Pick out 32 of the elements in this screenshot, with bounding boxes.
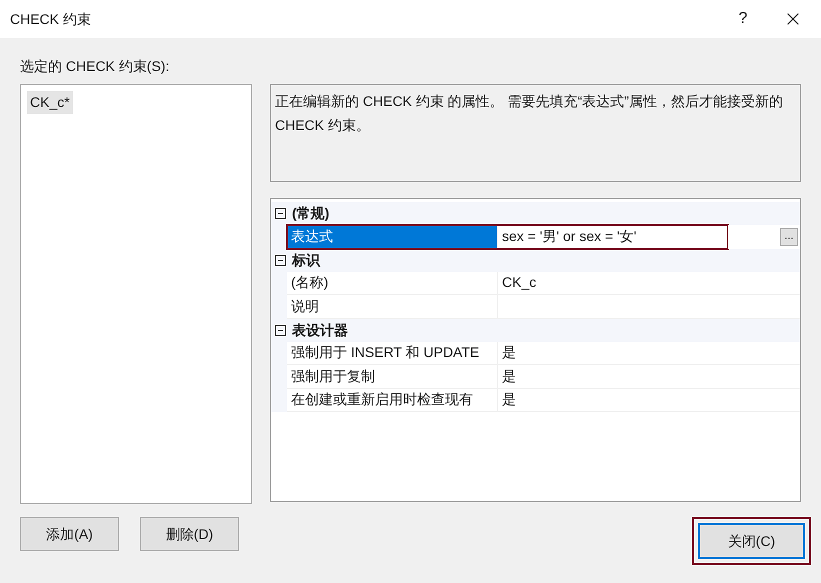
property-name[interactable]: 在创建或重新启用时检查现有 bbox=[287, 388, 497, 412]
constraints-label: 选定的 CHECK 约束(S): bbox=[20, 57, 170, 76]
collapse-toggle[interactable] bbox=[275, 208, 286, 219]
property-row[interactable]: 表达式 sex = '男' or sex = '女' bbox=[287, 225, 728, 248]
property-name[interactable]: 说明 bbox=[287, 295, 497, 318]
property-row[interactable]: 强制用于复制 是 bbox=[287, 365, 800, 388]
property-name[interactable]: 强制用于 INSERT 和 UPDATE bbox=[287, 342, 497, 365]
property-value[interactable]: CK_c bbox=[497, 272, 800, 295]
category-label: 标识 bbox=[292, 250, 320, 270]
property-row[interactable]: (名称) CK_c bbox=[287, 272, 800, 295]
constraint-item[interactable]: CK_c* bbox=[27, 91, 73, 114]
property-name[interactable]: 强制用于复制 bbox=[287, 365, 497, 388]
property-name[interactable]: 表达式 bbox=[287, 225, 497, 248]
description-box: 正在编辑新的 CHECK 约束 的属性。 需要先填充“表达式”属性，然后才能接受新的 CHECK 约束。 bbox=[270, 84, 801, 182]
action-button[interactable]: 删除(D) bbox=[140, 517, 239, 551]
ellipsis-button[interactable]: ... bbox=[780, 228, 798, 246]
property-value[interactable]: sex = '男' or sex = '女' bbox=[497, 225, 728, 248]
collapse-toggle[interactable] bbox=[275, 324, 286, 336]
collapse-toggle[interactable] bbox=[275, 254, 286, 266]
property-name[interactable]: (名称) bbox=[287, 272, 497, 295]
help-button[interactable]: ? bbox=[721, 0, 765, 38]
category-label: (常规) bbox=[292, 204, 330, 223]
property-row[interactable]: 在创建或重新启用时检查现有 是 bbox=[287, 388, 800, 412]
window-title: CHECK 约束 bbox=[10, 10, 92, 28]
property-value[interactable]: 是 bbox=[497, 388, 800, 412]
property-row[interactable]: 说明 bbox=[287, 295, 800, 318]
property-value[interactable]: 是 bbox=[497, 342, 800, 365]
action-button[interactable]: 添加(A) bbox=[20, 517, 119, 551]
close-dialog-button[interactable]: 关闭(C) bbox=[698, 523, 805, 559]
category-label: 表设计器 bbox=[292, 320, 348, 340]
property-value[interactable]: 是 bbox=[497, 365, 800, 388]
property-row[interactable]: 强制用于 INSERT 和 UPDATE 是 bbox=[287, 342, 800, 365]
